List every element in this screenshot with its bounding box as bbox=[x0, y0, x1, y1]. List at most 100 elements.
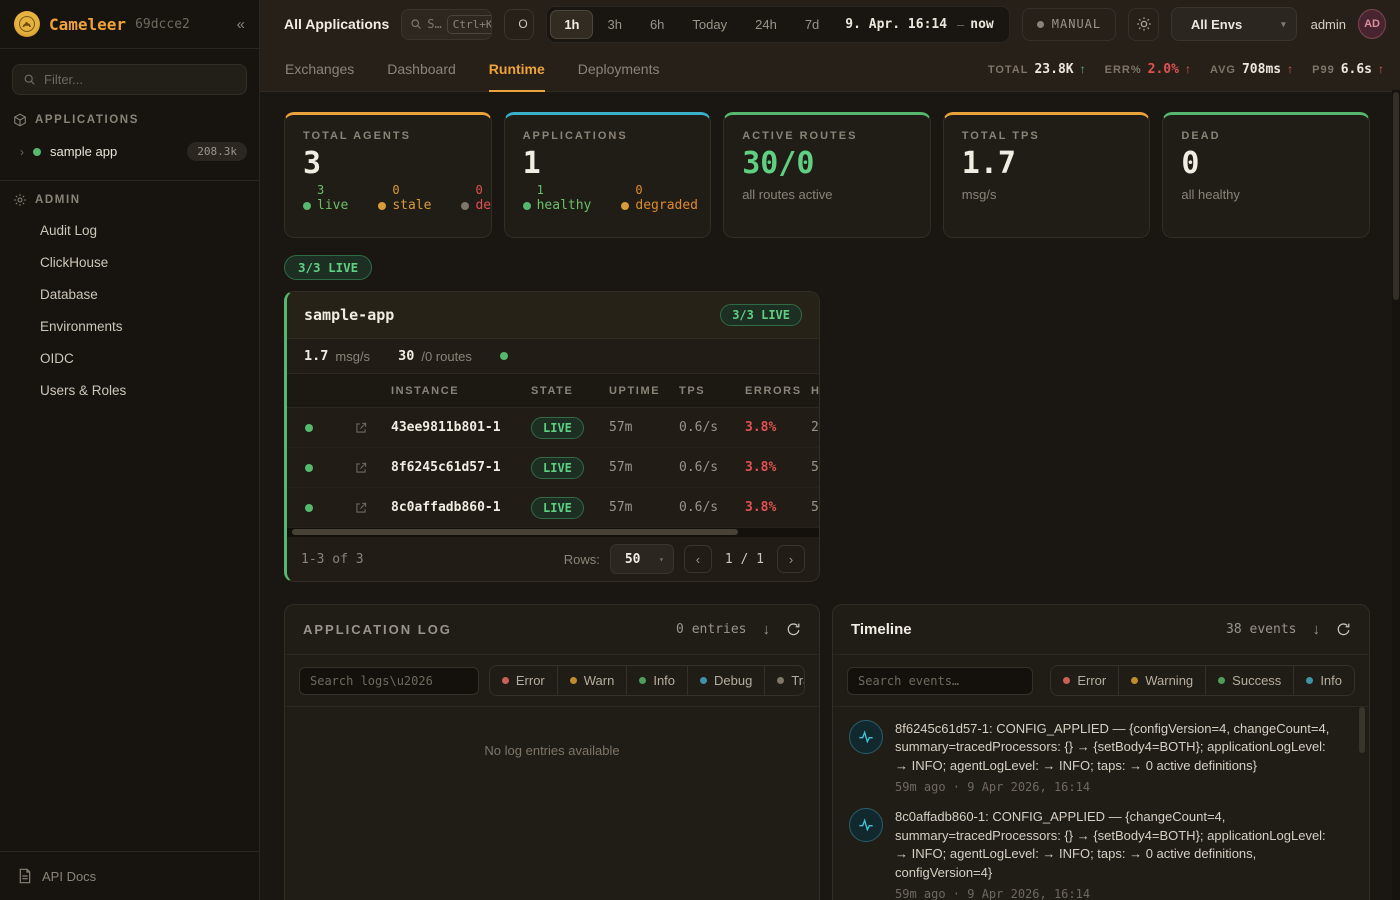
sidebar-item-audit-log[interactable]: Audit Log bbox=[0, 215, 259, 247]
theme-toggle-button[interactable] bbox=[1128, 8, 1159, 41]
stat-err: ERR% 2.0% ↑ bbox=[1105, 62, 1191, 77]
sidebar-item-environments[interactable]: Environments bbox=[0, 311, 259, 343]
environment-select[interactable]: All Envs ▾ bbox=[1171, 7, 1297, 41]
timeline-event[interactable]: 8f6245c61d57-1: CONFIG_APPLIED — {config… bbox=[849, 720, 1331, 794]
page-scrollbar-track[interactable] bbox=[1392, 90, 1400, 900]
time-range-6h[interactable]: 6h bbox=[636, 10, 678, 39]
sidebar-item-clickhouse[interactable]: ClickHouse bbox=[0, 247, 259, 279]
sidebar-filter-field[interactable] bbox=[44, 72, 236, 87]
external-link-icon[interactable] bbox=[331, 461, 391, 475]
date-range-to[interactable]: now bbox=[970, 17, 1005, 32]
avatar[interactable]: AD bbox=[1358, 9, 1386, 39]
api-docs-link[interactable]: API Docs bbox=[0, 851, 259, 900]
debug-dot bbox=[700, 677, 707, 684]
time-range-1h[interactable]: 1h bbox=[550, 10, 593, 39]
card-value: 3 bbox=[303, 147, 473, 180]
timeline-search-input[interactable] bbox=[847, 667, 1033, 695]
topbar: All Applications S… Ctrl+K O 1h 3h 6h To… bbox=[260, 0, 1400, 48]
state-badge: LIVE bbox=[531, 417, 584, 439]
stat-err-label: ERR% bbox=[1105, 64, 1142, 76]
sidebar-item-sample-app[interactable]: › sample app 208.3k bbox=[0, 135, 259, 168]
errors-value: 3.8% bbox=[745, 460, 811, 475]
filter-error-button[interactable]: Error bbox=[1051, 666, 1118, 695]
col-tps: TPS bbox=[679, 385, 745, 397]
tab-dashboard[interactable]: Dashboard bbox=[387, 48, 456, 92]
refresh-icon[interactable] bbox=[1336, 622, 1351, 637]
card-subtitle: msg/s bbox=[962, 187, 1132, 202]
time-range-7d[interactable]: 7d bbox=[791, 10, 833, 39]
horizontal-scrollbar-thumb[interactable] bbox=[292, 529, 738, 535]
download-icon[interactable]: ↓ bbox=[763, 621, 771, 638]
card-applications: APPLICATIONS 1 1 healthy 0 de bbox=[504, 112, 712, 238]
timeline-event[interactable]: 8c0affadb860-1: CONFIG_APPLIED — {change… bbox=[849, 808, 1331, 900]
trend-up-icon: ↑ bbox=[1378, 62, 1384, 76]
tab-exchanges[interactable]: Exchanges bbox=[285, 48, 354, 92]
brand-version: 69dcce2 bbox=[135, 17, 190, 32]
app-health-dot bbox=[500, 352, 508, 360]
card-title: TOTAL AGENTS bbox=[303, 130, 473, 142]
breakdown-num: 0 bbox=[475, 183, 491, 198]
extra-value: 5 bbox=[811, 460, 820, 475]
prev-page-button[interactable]: ‹ bbox=[684, 545, 712, 573]
table-row[interactable]: 8c0affadb860-1 LIVE 57m 0.6/s 3.8% 5 bbox=[287, 488, 820, 528]
sidebar-filter-input[interactable] bbox=[12, 64, 247, 95]
brand-name: Cameleer bbox=[49, 15, 126, 34]
sidebar-item-users-roles[interactable]: Users & Roles bbox=[0, 375, 259, 407]
online-label: O bbox=[518, 17, 527, 31]
table-row[interactable]: 8f6245c61d57-1 LIVE 57m 0.6/s 3.8% 5 bbox=[287, 448, 820, 488]
date-range-from[interactable]: 9. Apr. 16:14 bbox=[833, 17, 951, 32]
sidebar-item-database[interactable]: Database bbox=[0, 279, 259, 311]
tabbar: Exchanges Dashboard Runtime Deployments … bbox=[260, 48, 1400, 92]
tps-value: 0.6/s bbox=[679, 460, 745, 475]
col-state: STATE bbox=[531, 385, 609, 397]
filter-trace-button[interactable]: Trace bbox=[764, 666, 805, 695]
uptime-value: 57m bbox=[609, 500, 679, 515]
global-search-input[interactable]: S… Ctrl+K bbox=[401, 9, 492, 40]
filter-label: Debug bbox=[714, 673, 752, 688]
breakdown-num: 0 bbox=[392, 183, 431, 198]
sidebar-item-oidc[interactable]: OIDC bbox=[0, 343, 259, 375]
rows-per-page-select[interactable]: 50 ▾ bbox=[610, 544, 674, 574]
breakdown-degraded: 0 degraded bbox=[621, 183, 698, 214]
time-range-3h[interactable]: 3h bbox=[593, 10, 635, 39]
timeline-filter-group: Error Warning Success Info bbox=[1050, 665, 1355, 696]
search-icon bbox=[23, 73, 36, 86]
log-panel-header: APPLICATION LOG 0 entries ↓ bbox=[285, 605, 819, 655]
refresh-icon[interactable] bbox=[786, 622, 801, 637]
external-link-icon[interactable] bbox=[331, 421, 391, 435]
state-badge: LIVE bbox=[531, 457, 584, 479]
external-link-icon[interactable] bbox=[331, 501, 391, 515]
page-scrollbar-thumb[interactable] bbox=[1393, 92, 1399, 300]
tab-runtime[interactable]: Runtime bbox=[489, 48, 545, 92]
filter-warning-button[interactable]: Warning bbox=[1118, 666, 1205, 695]
filter-error-button[interactable]: Error bbox=[490, 666, 557, 695]
log-search-input[interactable] bbox=[299, 667, 479, 695]
chevron-right-icon[interactable]: › bbox=[20, 145, 24, 159]
username-label: admin bbox=[1311, 17, 1346, 32]
tps-value: 0.6/s bbox=[679, 420, 745, 435]
filter-debug-button[interactable]: Debug bbox=[687, 666, 764, 695]
warn-dot bbox=[570, 677, 577, 684]
errors-value: 3.8% bbox=[745, 500, 811, 515]
time-range-today[interactable]: Today bbox=[678, 10, 741, 39]
filter-success-button[interactable]: Success bbox=[1205, 666, 1293, 695]
download-icon[interactable]: ↓ bbox=[1313, 621, 1321, 638]
sidebar-collapse-icon[interactable]: « bbox=[237, 16, 245, 33]
date-range-separator: – bbox=[951, 17, 970, 32]
next-page-button[interactable]: › bbox=[777, 545, 805, 573]
filter-warn-button[interactable]: Warn bbox=[557, 666, 627, 695]
filter-info-button[interactable]: Info bbox=[1293, 666, 1354, 695]
app-item-label: sample app bbox=[50, 144, 117, 159]
timeline-scrollbar-thumb[interactable] bbox=[1359, 707, 1365, 753]
online-status-button[interactable]: O bbox=[504, 9, 534, 40]
breakdown-label: stale bbox=[392, 198, 431, 214]
tab-deployments[interactable]: Deployments bbox=[578, 48, 660, 92]
app-routes-value: 30 bbox=[398, 348, 414, 364]
chevron-down-icon: ▾ bbox=[1281, 19, 1286, 30]
filter-info-button[interactable]: Info bbox=[626, 666, 687, 695]
table-row[interactable]: 43ee9811b801-1 LIVE 57m 0.6/s 3.8% 2 bbox=[287, 408, 820, 448]
bottom-panels-row: APPLICATION LOG 0 entries ↓ Error bbox=[284, 604, 1370, 900]
manual-refresh-button[interactable]: MANUAL bbox=[1022, 8, 1116, 41]
time-range-24h[interactable]: 24h bbox=[741, 10, 791, 39]
env-selected-value: All Envs bbox=[1191, 17, 1242, 32]
